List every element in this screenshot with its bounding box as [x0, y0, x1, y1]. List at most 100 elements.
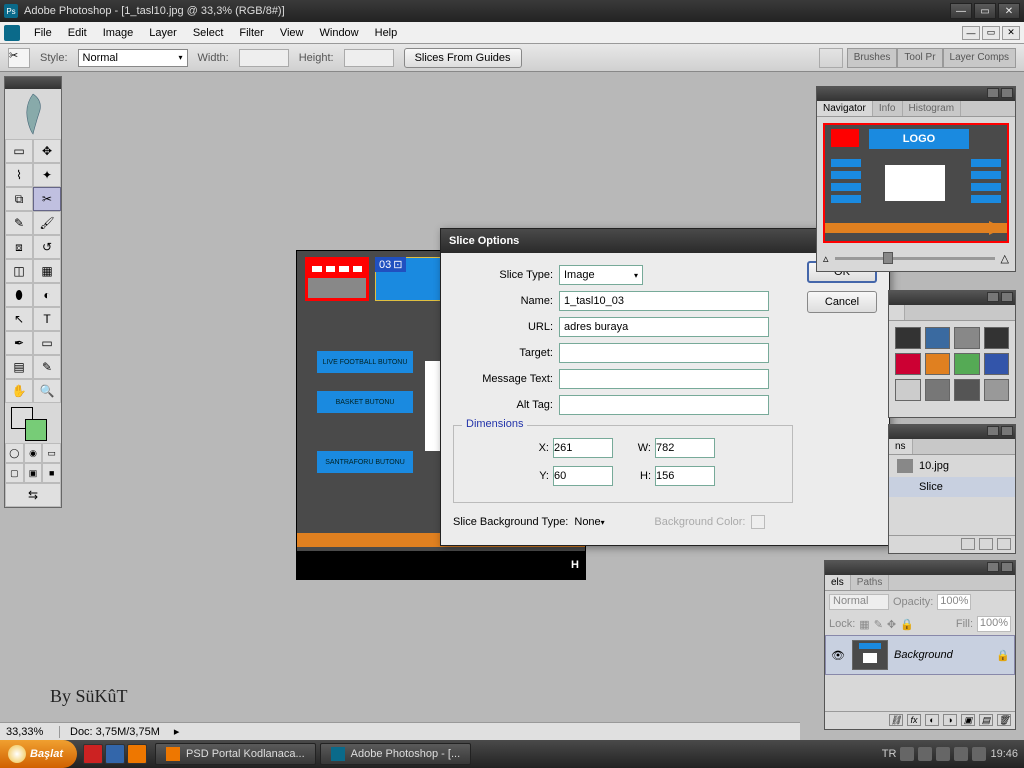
width-input[interactable]: [239, 49, 289, 67]
h-input[interactable]: [655, 466, 715, 486]
layer-visibility-icon[interactable]: 👁: [830, 649, 846, 662]
screenmode2-icon[interactable]: ▣: [24, 463, 43, 483]
notes-tool[interactable]: ▤: [5, 355, 33, 379]
layer-row[interactable]: 👁 Background 🔒: [825, 635, 1015, 675]
marquee-tool[interactable]: ▭: [5, 139, 33, 163]
history-step[interactable]: Slice: [889, 477, 1015, 497]
tab-navigator[interactable]: Navigator: [817, 101, 873, 116]
style-select[interactable]: Normal▾: [78, 49, 188, 67]
quickmask-mode-icon[interactable]: ◉: [24, 443, 43, 463]
w-input[interactable]: [655, 438, 715, 458]
eyedropper-tool[interactable]: ✎: [33, 355, 61, 379]
history-header[interactable]: [889, 425, 1015, 439]
zoom-tool[interactable]: 🔍: [33, 379, 61, 403]
current-tool-icon[interactable]: ✂: [8, 48, 30, 68]
history-tab[interactable]: ns: [889, 439, 913, 454]
menu-file[interactable]: File: [26, 24, 60, 42]
opacity-input[interactable]: 100%: [937, 594, 971, 610]
layer-thumbnail[interactable]: [852, 640, 888, 670]
ql-ie-icon[interactable]: [105, 744, 125, 764]
new-doc-icon[interactable]: [961, 538, 975, 550]
start-button[interactable]: Başlat: [0, 740, 77, 768]
message-input[interactable]: [559, 369, 769, 389]
path-tool[interactable]: ↖: [5, 307, 33, 331]
tab-layer-comps[interactable]: Layer Comps: [943, 48, 1016, 68]
swatch[interactable]: [984, 353, 1010, 375]
swatches-header[interactable]: [889, 291, 1015, 305]
height-input[interactable]: [344, 49, 394, 67]
healing-tool[interactable]: ✎: [5, 211, 33, 235]
tray-icon[interactable]: [918, 747, 932, 761]
stamp-tool[interactable]: ⧈: [5, 235, 33, 259]
color-swatch[interactable]: [5, 403, 61, 443]
tray-icon[interactable]: [900, 747, 914, 761]
slice-type-select[interactable]: Image▾: [559, 265, 643, 285]
maximize-button[interactable]: ▭: [974, 3, 996, 19]
swatch[interactable]: [984, 379, 1010, 401]
taskbar-item-firefox[interactable]: PSD Portal Kodlanaca...: [155, 743, 316, 765]
adjustment-icon[interactable]: ◑: [943, 714, 957, 726]
y-input[interactable]: [553, 466, 613, 486]
swatch[interactable]: [895, 379, 921, 401]
history-brush-tool[interactable]: ↺: [33, 235, 61, 259]
layer-name[interactable]: Background: [894, 649, 996, 661]
zoom-level[interactable]: 33,33%: [0, 726, 60, 738]
type-tool[interactable]: T: [33, 307, 61, 331]
ql-firefox-icon[interactable]: [127, 744, 147, 764]
crop-tool[interactable]: ⧉: [5, 187, 33, 211]
mask-icon[interactable]: ◐: [925, 714, 939, 726]
pen-tool[interactable]: ✒: [5, 331, 33, 355]
layers-header[interactable]: [825, 561, 1015, 575]
standard-mode-icon[interactable]: ◯: [5, 443, 24, 463]
toggle-palettes-icon[interactable]: [819, 48, 843, 68]
history-snapshot[interactable]: 10.jpg: [889, 455, 1015, 477]
folder-icon[interactable]: ▣: [961, 714, 975, 726]
swatch[interactable]: [954, 379, 980, 401]
bgtype-select[interactable]: None▾: [574, 516, 644, 528]
swatch[interactable]: [925, 327, 951, 349]
tray-lang[interactable]: TR: [882, 748, 897, 760]
imageready-icon[interactable]: ⇆: [5, 483, 61, 507]
tab-brushes[interactable]: Brushes: [847, 48, 898, 68]
navigator-thumbnail[interactable]: LOGO: [823, 123, 1009, 243]
menu-layer[interactable]: Layer: [141, 24, 185, 42]
swatch[interactable]: [954, 353, 980, 375]
background-color[interactable]: [25, 419, 47, 441]
close-button[interactable]: ✕: [998, 3, 1020, 19]
menu-edit[interactable]: Edit: [60, 24, 95, 42]
hand-tool[interactable]: ✋: [5, 379, 33, 403]
menu-help[interactable]: Help: [367, 24, 406, 42]
minimize-button[interactable]: —: [950, 3, 972, 19]
gradient-tool[interactable]: ▦: [33, 259, 61, 283]
move-tool[interactable]: ✥: [33, 139, 61, 163]
tray-icon[interactable]: [954, 747, 968, 761]
dodge-tool[interactable]: ◐: [33, 283, 61, 307]
doc-restore-button[interactable]: ▭: [982, 26, 1000, 40]
menu-filter[interactable]: Filter: [231, 24, 271, 42]
fx-icon[interactable]: fx: [907, 714, 921, 726]
menu-view[interactable]: View: [272, 24, 312, 42]
swatch[interactable]: [895, 353, 921, 375]
new-snapshot-icon[interactable]: [979, 538, 993, 550]
zoom-in-icon[interactable]: △: [1001, 252, 1009, 265]
wand-tool[interactable]: ✦: [33, 163, 61, 187]
navigator-header[interactable]: [817, 87, 1015, 101]
menu-select[interactable]: Select: [185, 24, 232, 42]
swatch-tab[interactable]: [889, 305, 905, 320]
lock-all-icon[interactable]: 🔒: [900, 618, 914, 631]
taskbar-item-photoshop[interactable]: Adobe Photoshop - [...: [320, 743, 471, 765]
eraser-tool[interactable]: ◫: [5, 259, 33, 283]
brush-tool[interactable]: 🖌: [33, 211, 61, 235]
layers-tab2[interactable]: Paths: [851, 575, 890, 590]
trash-icon[interactable]: [997, 538, 1011, 550]
shape-tool[interactable]: ▭: [33, 331, 61, 355]
toolbox-header[interactable]: [5, 77, 61, 89]
lasso-tool[interactable]: ⌇: [5, 163, 33, 187]
swatch[interactable]: [925, 353, 951, 375]
navigator-zoom-slider[interactable]: ▵ △: [817, 249, 1015, 267]
alt-input[interactable]: [559, 395, 769, 415]
blur-tool[interactable]: ⬮: [5, 283, 33, 307]
slices-from-guides-button[interactable]: Slices From Guides: [404, 48, 522, 68]
doc-size[interactable]: Doc: 3,75M/3,75M: [60, 726, 170, 738]
tray-icon[interactable]: [936, 747, 950, 761]
